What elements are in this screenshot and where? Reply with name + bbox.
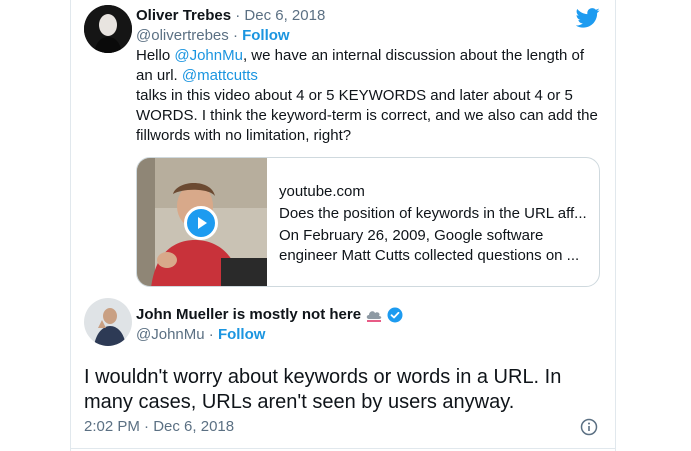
tweet-date[interactable]: Dec 6, 2018 — [153, 418, 234, 435]
follow-button[interactable]: Follow — [218, 326, 266, 343]
twitter-bird-icon[interactable] — [575, 8, 600, 28]
card-description-line1: On February 26, 2009, Google software — [279, 227, 544, 244]
bottom-divider — [70, 448, 616, 449]
tweet2-header: John Mueller is mostly not here — [136, 305, 403, 325]
verified-badge-icon — [387, 307, 403, 323]
body-text: , we have an internal discussion about t… — [242, 47, 585, 64]
tweet1-body-line3: talks in this video about 4 or 5 KEYWORD… — [136, 87, 573, 104]
tweet1-body-line1: Hello @JohnMu, we have an internal discu… — [136, 46, 584, 66]
tweet-time[interactable]: 2:02 PM — [84, 418, 140, 435]
avatar-oliver-trebes[interactable] — [84, 5, 132, 53]
time-separator: · — [144, 418, 150, 435]
author-name[interactable]: John Mueller is mostly not here — [136, 306, 361, 323]
video-thumbnail[interactable] — [137, 158, 267, 286]
tweet1-body-line5: fillwords with no limitation, right? — [136, 127, 352, 144]
card-domain: youtube.com — [279, 183, 365, 200]
tweet1-body-line2: an url. @mattcutts — [136, 66, 258, 86]
author-handle[interactable]: @olivertrebes — [136, 27, 229, 44]
tweet2-body-line2: many cases, URLs aren't seen by users an… — [84, 391, 515, 413]
body-text: Hello — [136, 47, 175, 64]
tweet1-body-line4: WORDS. I think the keyword-term is corre… — [136, 107, 598, 124]
info-icon[interactable] — [580, 418, 598, 436]
tweet-date[interactable]: Dec 6, 2018 — [244, 7, 325, 24]
mention-mattcutts[interactable]: @mattcutts — [182, 67, 258, 84]
play-icon[interactable] — [184, 206, 218, 240]
tweet1-handle-row: @olivertrebes · Follow — [136, 26, 290, 46]
follow-button[interactable]: Follow — [242, 27, 290, 44]
youtube-link-card[interactable]: youtube.com Does the position of keyword… — [136, 157, 600, 287]
card-description-line2: engineer Matt Cutts collected questions … — [279, 247, 580, 264]
card-title[interactable]: Does the position of keywords in the URL… — [279, 204, 587, 224]
cloud-emoji-icon — [365, 308, 383, 322]
mention-johnmu[interactable]: @JohnMu — [174, 47, 243, 64]
tweet2-timestamp[interactable]: 2:02 PM · Dec 6, 2018 — [84, 417, 234, 437]
header-separator: · — [235, 7, 241, 24]
tweet1-header: Oliver Trebes · Dec 6, 2018 — [136, 6, 325, 26]
follow-separator: · — [232, 27, 238, 44]
author-handle[interactable]: @JohnMu — [136, 326, 205, 343]
avatar-john-mueller[interactable] — [84, 298, 132, 346]
author-name[interactable]: Oliver Trebes — [136, 7, 231, 24]
tweet2-handle-row: @JohnMu · Follow — [136, 325, 265, 345]
tweet2-body-line1: I wouldn't worry about keywords or words… — [84, 366, 562, 388]
body-text: an url. — [136, 67, 182, 84]
follow-separator: · — [208, 326, 214, 343]
